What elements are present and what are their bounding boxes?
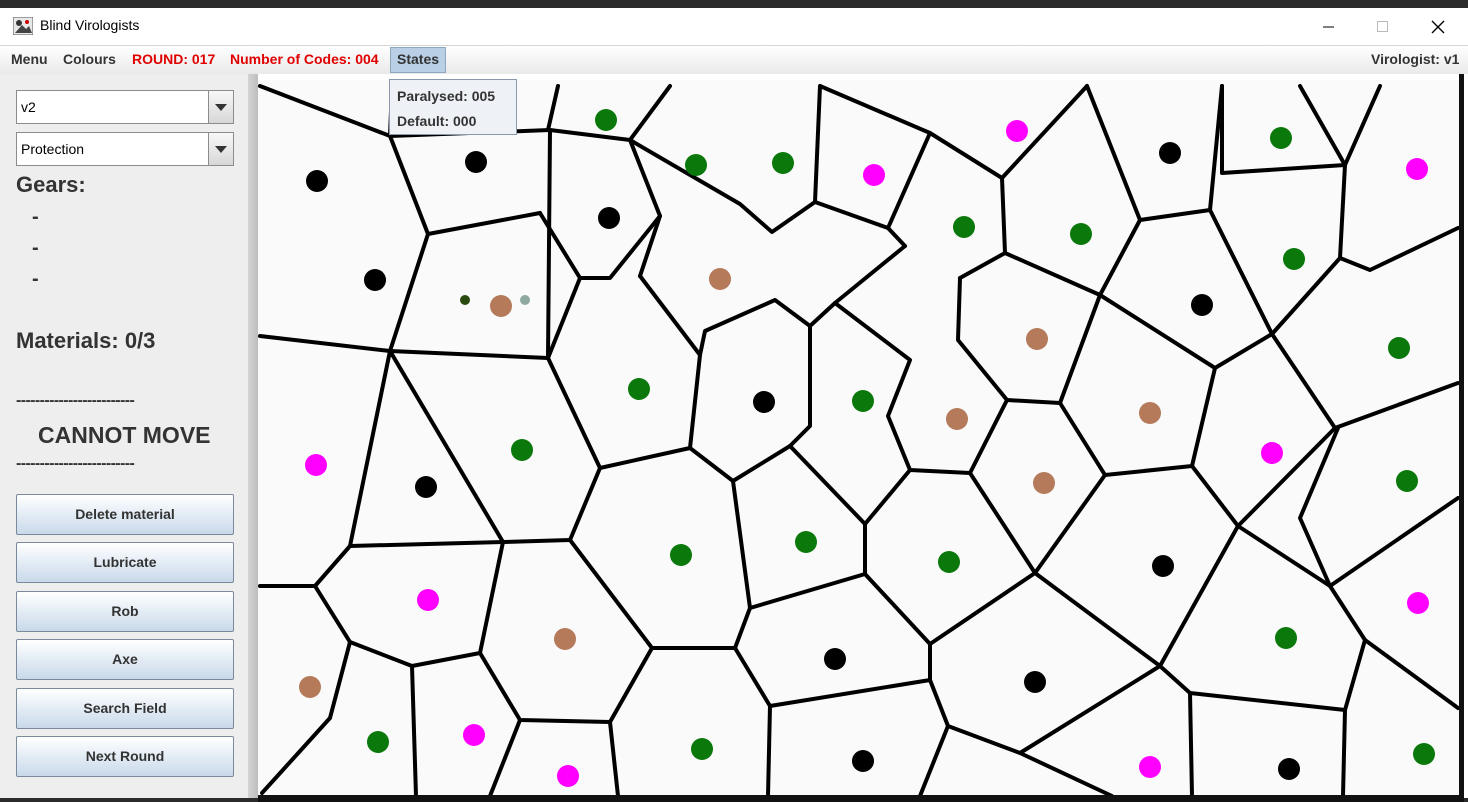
green-virus[interactable] [1283, 248, 1305, 270]
separator-bottom: ------------------------- [16, 455, 135, 472]
virologist-select-value: v2 [21, 99, 36, 115]
menu-colours[interactable]: Colours [63, 51, 116, 67]
green-virus[interactable] [1070, 223, 1092, 245]
delete-material-button[interactable]: Delete material [16, 494, 234, 535]
gear-slot-1: - [32, 206, 39, 228]
separator-top: ------------------------- [16, 392, 135, 409]
green-virus[interactable] [772, 152, 794, 174]
green-virus[interactable] [367, 731, 389, 753]
chevron-down-icon[interactable] [208, 133, 233, 165]
default-count: Default: 000 [397, 113, 477, 129]
green-virus[interactable] [691, 738, 713, 760]
action-select-value: Protection [21, 141, 85, 157]
black-virus[interactable] [1152, 555, 1174, 577]
axe-button[interactable]: Axe [16, 639, 234, 680]
board-frame-bottom [258, 795, 1464, 802]
virologist-marker[interactable] [520, 295, 530, 305]
black-virus[interactable] [415, 476, 437, 498]
magenta-virus[interactable] [463, 724, 485, 746]
magenta-virus[interactable] [305, 454, 327, 476]
minimize-icon [1323, 26, 1334, 27]
green-virus[interactable] [1270, 127, 1292, 149]
black-virus[interactable] [852, 750, 874, 772]
brown-virus[interactable] [1026, 328, 1048, 350]
green-virus[interactable] [1275, 627, 1297, 649]
states-popup: Paralysed: 005 Default: 000 [389, 79, 517, 135]
black-virus[interactable] [1278, 758, 1300, 780]
search-field-button[interactable]: Search Field [16, 688, 234, 729]
green-virus[interactable] [1396, 470, 1418, 492]
paralysed-count: Paralysed: 005 [397, 88, 496, 104]
brown-virus[interactable] [490, 295, 512, 317]
green-virus[interactable] [595, 109, 617, 131]
board-frame-right [1459, 74, 1464, 802]
menu-states-label: States [397, 51, 440, 67]
green-virus[interactable] [685, 154, 707, 176]
brown-virus[interactable] [1139, 402, 1161, 424]
green-virus[interactable] [852, 390, 874, 412]
close-icon [1431, 20, 1445, 33]
round-counter: ROUND: 017 [132, 51, 216, 67]
maximize-icon [1377, 20, 1388, 32]
lubricate-button[interactable]: Lubricate [16, 542, 234, 583]
title-bar: Blind Virologists [0, 8, 1468, 45]
menu-states[interactable]: States [390, 47, 446, 73]
magenta-virus[interactable] [863, 164, 885, 186]
black-virus[interactable] [1191, 294, 1213, 316]
gear-slot-2: - [32, 237, 39, 259]
app-logo-icon [13, 17, 33, 35]
black-virus[interactable] [753, 391, 775, 413]
brown-virus[interactable] [946, 408, 968, 430]
materials-label: Materials: 0/3 [16, 328, 156, 353]
magenta-virus[interactable] [1261, 442, 1283, 464]
next-round-button[interactable]: Next Round [16, 736, 234, 777]
brown-virus[interactable] [709, 268, 731, 290]
sidebar-panel: v2 Protection Gears: - - - Materials: 0/… [0, 74, 258, 798]
green-virus[interactable] [1413, 743, 1435, 765]
green-virus[interactable] [953, 216, 975, 238]
close-button[interactable] [1415, 8, 1461, 45]
brown-virus[interactable] [299, 676, 321, 698]
black-virus[interactable] [306, 170, 328, 192]
game-board[interactable] [258, 80, 1460, 796]
black-virus[interactable] [465, 151, 487, 173]
current-virologist: Virologist: v1 [1371, 51, 1460, 67]
chevron-down-icon[interactable] [208, 91, 233, 123]
green-virus[interactable] [511, 439, 533, 461]
black-virus[interactable] [364, 269, 386, 291]
magenta-virus[interactable] [1139, 756, 1161, 778]
magenta-virus[interactable] [1407, 592, 1429, 614]
menu-bar: Menu Colours ROUND: 017 Number of Codes:… [0, 45, 1468, 74]
rob-button[interactable]: Rob [16, 591, 234, 632]
magenta-virus[interactable] [417, 589, 439, 611]
green-virus[interactable] [795, 531, 817, 553]
green-virus[interactable] [1388, 337, 1410, 359]
minimize-button[interactable] [1306, 8, 1352, 45]
black-virus[interactable] [1024, 671, 1046, 693]
app-window: Blind Virologists Menu Colours ROUND: 01… [0, 8, 1468, 802]
black-virus[interactable] [598, 207, 620, 229]
maximize-button[interactable] [1360, 8, 1406, 45]
gears-label: Gears: [16, 172, 86, 197]
magenta-virus[interactable] [557, 765, 579, 787]
green-virus[interactable] [628, 378, 650, 400]
codes-counter: Number of Codes: 004 [230, 51, 379, 67]
window-title: Blind Virologists [40, 17, 140, 33]
black-virus[interactable] [824, 648, 846, 670]
virologist-select[interactable]: v2 [16, 90, 234, 124]
menu-menu[interactable]: Menu [11, 51, 48, 67]
board-background [258, 80, 1460, 796]
green-virus[interactable] [670, 544, 692, 566]
brown-virus[interactable] [554, 628, 576, 650]
sidebar-divider [248, 74, 258, 798]
action-select[interactable]: Protection [16, 132, 234, 166]
brown-virus[interactable] [1033, 472, 1055, 494]
gear-slot-3: - [32, 268, 39, 290]
green-virus[interactable] [938, 551, 960, 573]
magenta-virus[interactable] [1006, 120, 1028, 142]
virologist-marker[interactable] [460, 295, 470, 305]
move-status: CANNOT MOVE [38, 422, 211, 448]
black-virus[interactable] [1159, 142, 1181, 164]
magenta-virus[interactable] [1406, 158, 1428, 180]
